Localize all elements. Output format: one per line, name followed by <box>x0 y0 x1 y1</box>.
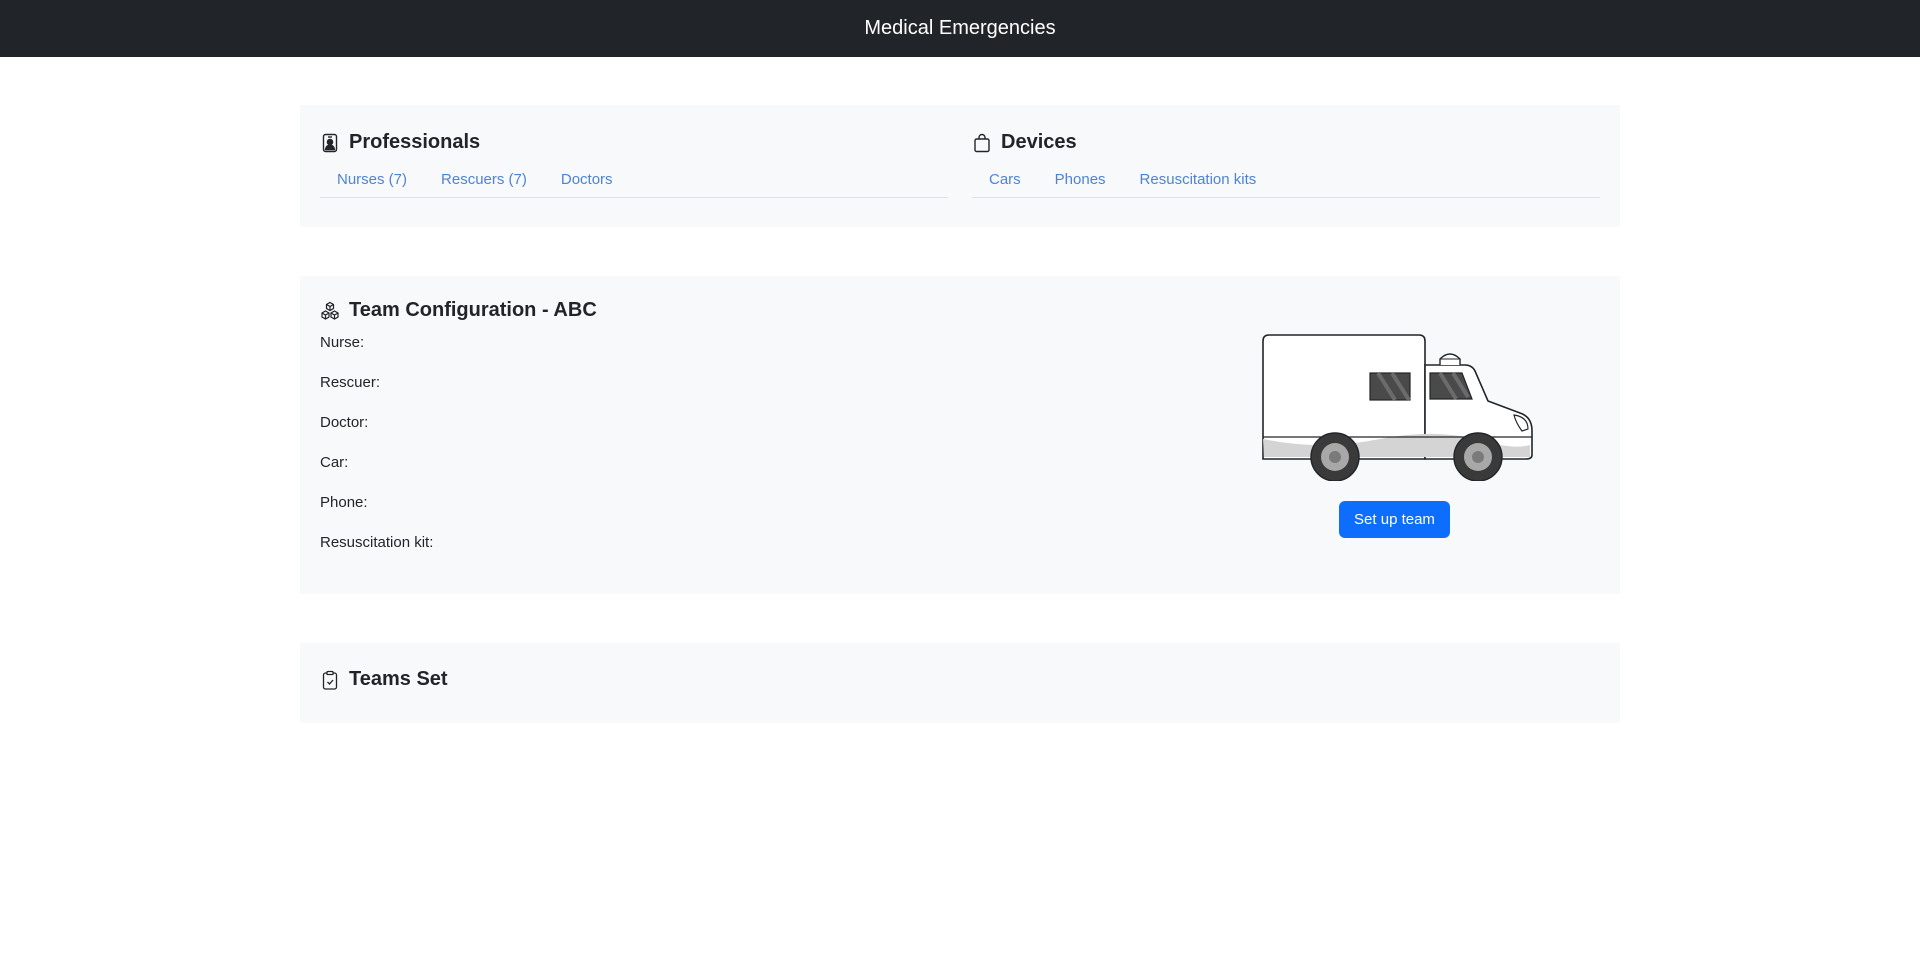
resuscitation-kit-field-label: Resuscitation kit: <box>320 534 434 551</box>
team-configuration-header: Team Configuration - ABC <box>320 299 597 322</box>
teams-set-title: Teams Set <box>349 668 448 690</box>
devices-section: Devices Cars Phones Resuscitation kits <box>972 131 1600 198</box>
phone-field-label: Phone: <box>320 494 368 511</box>
devices-title: Devices <box>1001 131 1077 153</box>
clipboard-check-icon <box>320 670 340 690</box>
tab-rescuers[interactable]: Rescuers (7) <box>424 169 544 197</box>
top-navbar: Medical Emergencies <box>0 0 1920 57</box>
teams-set-card: Teams Set <box>300 643 1620 723</box>
tab-nurses[interactable]: Nurses (7) <box>320 169 424 197</box>
professionals-title: Professionals <box>349 131 481 153</box>
professionals-header: Professionals <box>320 131 948 154</box>
resources-card: Professionals Nurses (7) Rescuers (7) Do… <box>300 105 1620 227</box>
boxes-icon <box>320 301 340 321</box>
navbar-title[interactable]: Medical Emergencies <box>864 17 1055 40</box>
set-up-team-button[interactable]: Set up team <box>1339 501 1450 538</box>
team-configuration-card: Team Configuration - ABC Nurse: Rescuer:… <box>300 276 1620 594</box>
teams-set-header: Teams Set <box>320 668 448 691</box>
professionals-section: Professionals Nurses (7) Rescuers (7) Do… <box>320 131 948 198</box>
tab-phones[interactable]: Phones <box>1038 169 1123 197</box>
bag-icon <box>972 133 992 153</box>
devices-header: Devices <box>972 131 1600 154</box>
doctor-field-label: Doctor: <box>320 414 369 431</box>
ambulance-illustration <box>1262 334 1533 481</box>
person-badge-icon <box>320 133 340 153</box>
tab-doctors[interactable]: Doctors <box>544 169 630 197</box>
team-configuration-title: Team Configuration - ABC <box>349 299 597 321</box>
car-field-label: Car: <box>320 454 349 471</box>
tab-cars[interactable]: Cars <box>972 169 1038 197</box>
devices-tabs: Cars Phones Resuscitation kits <box>972 169 1600 198</box>
tab-resuscitation-kits[interactable]: Resuscitation kits <box>1123 169 1274 197</box>
rescuer-field-label: Rescuer: <box>320 374 381 391</box>
professionals-tabs: Nurses (7) Rescuers (7) Doctors <box>320 169 948 198</box>
nurse-field-label: Nurse: <box>320 334 365 351</box>
